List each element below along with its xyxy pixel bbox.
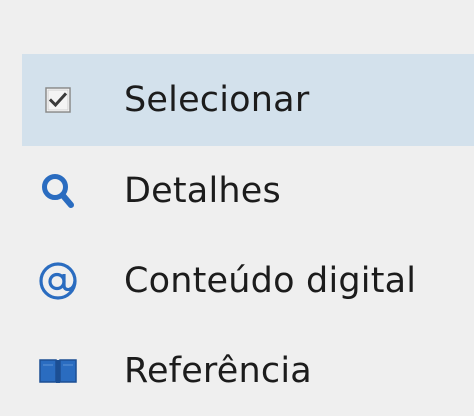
menu-item-selecionar[interactable]: Selecionar <box>22 54 474 146</box>
menu-item-conteudo-digital[interactable]: Conteúdo digital <box>22 236 474 326</box>
open-book-icon <box>36 349 80 393</box>
menu-item-label: Selecionar <box>124 80 310 120</box>
menu-item-label: Referência <box>124 351 312 391</box>
menu-item-label: Detalhes <box>124 171 281 211</box>
menu-item-detalhes[interactable]: Detalhes <box>22 146 474 236</box>
magnifier-icon <box>36 169 80 213</box>
menu-item-label: Conteúdo digital <box>124 261 417 301</box>
at-sign-icon <box>36 259 80 303</box>
menu-item-referencia[interactable]: Referência <box>22 326 474 416</box>
context-menu: Selecionar Detalhes Conteúdo digital Ref… <box>22 54 474 416</box>
checkbox-icon <box>36 78 80 122</box>
